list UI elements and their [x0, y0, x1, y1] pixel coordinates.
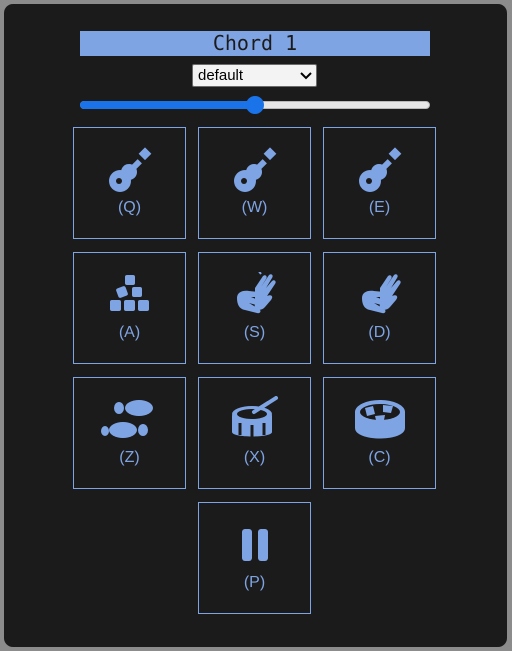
- slider-fill: [80, 101, 255, 109]
- guitar-icon: [74, 146, 185, 194]
- hands-clapping-icon: [199, 271, 310, 319]
- pause-icon: [199, 521, 310, 569]
- slider-thumb[interactable]: [246, 96, 264, 114]
- pad-c[interactable]: (C): [323, 377, 436, 489]
- volume-slider[interactable]: [80, 96, 430, 115]
- preset-select[interactable]: default: [192, 64, 317, 87]
- chord-title: Chord 1: [80, 31, 430, 56]
- pad-key-label: (A): [118, 324, 141, 341]
- pad-e[interactable]: (E): [323, 127, 436, 239]
- pad-d[interactable]: (D): [323, 252, 436, 364]
- drum-icon: [199, 396, 310, 444]
- chevron-down-icon: [300, 72, 312, 80]
- pad-w[interactable]: (W): [198, 127, 311, 239]
- pad-p[interactable]: (P): [198, 502, 311, 614]
- drum-steelpan-icon: [324, 396, 435, 444]
- pad-key-label: (Z): [119, 449, 140, 466]
- pad-z[interactable]: (Z): [73, 377, 186, 489]
- pad-key-label: (E): [368, 199, 391, 216]
- guitar-icon: [199, 146, 310, 194]
- pad-key-label: (Q): [117, 199, 142, 216]
- pad-s[interactable]: (S): [198, 252, 311, 364]
- preset-selected-value: default: [198, 67, 244, 84]
- pad-key-label: (X): [243, 449, 266, 466]
- guitar-icon: [324, 146, 435, 194]
- pad-q[interactable]: (Q): [73, 127, 186, 239]
- cubes-stacked-icon: [74, 271, 185, 319]
- pad-key-label: (C): [368, 449, 391, 466]
- pad-key-label: (P): [243, 574, 266, 591]
- pad-key-label: (D): [368, 324, 391, 341]
- pad-x[interactable]: (X): [198, 377, 311, 489]
- pad-key-label: (W): [241, 199, 268, 216]
- hands-clapping-icon: [324, 271, 435, 319]
- pad-a[interactable]: (A): [73, 252, 186, 364]
- shoe-prints-icon: [74, 396, 185, 444]
- pad-key-label: (S): [243, 324, 266, 341]
